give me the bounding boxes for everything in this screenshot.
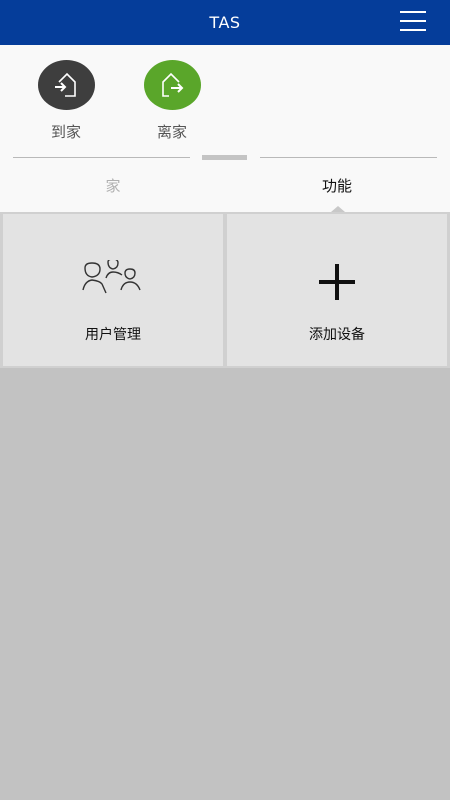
app-title: TAS <box>209 13 241 32</box>
user-management-label: 用户管理 <box>85 327 141 343</box>
users-icon <box>3 260 223 304</box>
arrive-home-label: 到家 <box>50 123 81 141</box>
user-management-tile[interactable]: 用户管理 <box>3 214 223 366</box>
plus-icon <box>227 260 447 304</box>
tab-home[interactable]: 家 <box>38 175 188 196</box>
top-bar: TAS <box>0 0 450 45</box>
leave-home-label: 离家 <box>156 123 187 141</box>
divider <box>260 157 437 158</box>
arrive-home-icon <box>37 60 95 110</box>
leave-home-icon <box>143 60 201 110</box>
add-device-label: 添加设备 <box>309 327 365 343</box>
add-device-tile[interactable]: 添加设备 <box>227 214 447 366</box>
divider <box>13 157 190 158</box>
arrive-home-button[interactable]: 到家 <box>36 60 96 142</box>
leave-home-button[interactable]: 离家 <box>142 60 202 142</box>
tab-functions[interactable]: 功能 <box>262 175 412 196</box>
mode-panel: 到家 离家 家 功能 <box>0 45 450 212</box>
drag-handle[interactable] <box>202 155 247 160</box>
function-grid: 用户管理 添加设备 <box>0 212 450 368</box>
hamburger-menu-icon[interactable] <box>400 11 426 33</box>
